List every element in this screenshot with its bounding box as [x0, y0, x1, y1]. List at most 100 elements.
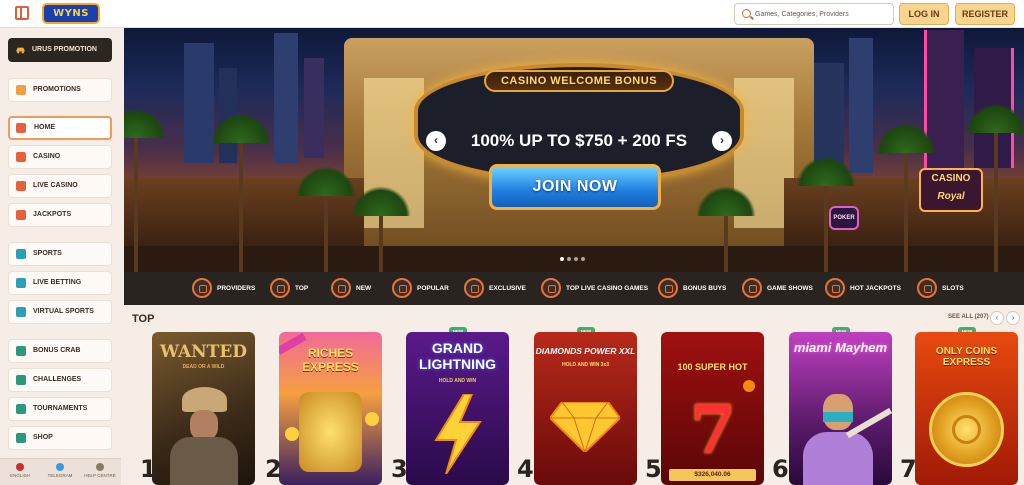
palm-leaves	[966, 103, 1024, 133]
register-button[interactable]: REGISTER	[955, 3, 1015, 25]
sidebar-item-bonus-crab[interactable]: BONUS CRAB	[8, 339, 112, 363]
sidebar: URUS PROMOTION PROMOTIONS HOME CASINO LIVE …	[0, 28, 121, 485]
game-card-100-super-hot[interactable]: 100 SUPER HOT 7 $326,040.06	[661, 332, 764, 485]
language-label: ENGLISH	[10, 473, 30, 478]
tournament-icon	[16, 404, 26, 414]
crab-icon	[16, 346, 26, 356]
skyline-tower	[304, 58, 324, 158]
game-rank: 2	[265, 455, 282, 483]
sidebar-item-tournaments[interactable]: TOURNAMENTS	[8, 397, 112, 421]
category-label: GAME SHOWS	[767, 285, 813, 292]
flag-icon	[16, 463, 24, 471]
game-subtitle: HOLD AND WIN 3x3	[561, 362, 610, 368]
sign-title: CASINO WELCOME BONUS	[484, 70, 674, 92]
category-top[interactable]: TOP	[270, 276, 308, 301]
coin	[365, 412, 379, 426]
category-slots[interactable]: SLOTS	[917, 276, 964, 301]
game-rank: 4	[517, 455, 534, 483]
see-all-link[interactable]: SEE ALL (207)	[948, 314, 989, 320]
category-exclusive[interactable]: EXCLUSIVE	[464, 276, 526, 301]
game-rank: 6	[772, 455, 789, 483]
palm-leaves	[211, 113, 271, 143]
carousel-dot[interactable]	[574, 257, 578, 261]
palm-leaves	[124, 108, 166, 138]
game-card-wanted[interactable]: WANTED DEAD OR A WILD	[152, 332, 255, 485]
sidebar-item-label: JACKPOTS	[33, 211, 72, 218]
golden-train	[299, 392, 362, 472]
sidebar-item-label: SHOP	[33, 434, 53, 441]
game-title: ONLY COINS EXPRESS	[935, 346, 998, 368]
sidebar-item-jackpots[interactable]: JACKPOTS	[8, 203, 112, 227]
category-providers[interactable]: PROVIDERS	[192, 276, 255, 301]
game-card-grand-lightning[interactable]: GRAND LIGHTNING HOLD AND WIN	[406, 332, 509, 485]
top-prev-arrow[interactable]: ‹	[990, 311, 1004, 325]
telegram-link[interactable]: TELEGRAM	[40, 462, 80, 484]
game-title: RICHES EXPRESS	[302, 346, 359, 374]
help-centre-link[interactable]: HELP CENTRE	[80, 462, 120, 484]
top-header: WYNS LOG IN REGISTER	[0, 0, 1024, 28]
sidebar-item-label: LIVE BETTING	[33, 279, 82, 286]
virtual-sports-icon	[16, 307, 26, 317]
sidebar-item-live-casino[interactable]: LIVE CASINO	[8, 174, 112, 198]
palm-tree	[239, 128, 243, 272]
palm-tree	[994, 118, 998, 272]
casino-royal-neon-sign: CASINO Royal	[919, 168, 983, 212]
category-new[interactable]: NEW	[331, 276, 371, 301]
category-top-live-casino[interactable]: TOP LIVE CASINO GAMES	[541, 276, 648, 301]
hero-banner[interactable]: CASINO Royal POKER CASINO WELCOME BONUS …	[124, 28, 1024, 272]
search-input[interactable]	[755, 6, 891, 22]
sidebar-item-label: CHALLENGES	[33, 376, 82, 383]
top-next-arrow[interactable]: ›	[1006, 311, 1020, 325]
promo-label: URUS PROMOTION	[32, 46, 97, 53]
providers-icon	[192, 278, 212, 298]
coin	[285, 427, 299, 441]
search-box[interactable]	[734, 3, 894, 25]
category-label: POPULAR	[417, 285, 449, 292]
microphone-icon	[742, 278, 762, 298]
casino-icon	[16, 152, 26, 162]
language-selector[interactable]: ENGLISH	[0, 462, 40, 484]
diamond-icon	[550, 402, 620, 452]
category-hot-jackpots[interactable]: HOT JACKPOTS	[825, 276, 901, 301]
hero-headline: 100% UP TO $750 + 200 FS	[470, 131, 688, 150]
game-card-diamonds-power[interactable]: DIAMONDS POWER XXL HOLD AND WIN 3x3	[534, 332, 637, 485]
telegram-icon	[56, 463, 64, 471]
category-label: TOP LIVE CASINO GAMES	[566, 285, 649, 292]
carousel-dot-active[interactable]	[560, 257, 564, 261]
sidebar-item-sports[interactable]: SPORTS	[8, 242, 112, 266]
game-card-miami-mayhem[interactable]: miami Mayhem	[789, 332, 892, 485]
site-logo[interactable]: WYNS	[42, 3, 100, 24]
sidebar-item-challenges[interactable]: CHALLENGES	[8, 368, 112, 392]
character-body	[803, 432, 873, 485]
join-now-button[interactable]: JOIN NOW	[489, 164, 661, 210]
sidebar-item-home[interactable]: HOME	[8, 116, 112, 140]
login-button[interactable]: LOG IN	[899, 3, 949, 25]
sports-ball-icon	[16, 249, 26, 259]
sidebar-item-live-betting[interactable]: LIVE BETTING	[8, 271, 112, 295]
sidebar-item-virtual-sports[interactable]: VIRTUAL SPORTS	[8, 300, 112, 324]
category-popular[interactable]: POPULAR	[392, 276, 449, 301]
cowboy-body	[170, 437, 238, 485]
sidebar-item-promotions[interactable]: PROMOTIONS	[8, 78, 112, 102]
crown-icon	[270, 278, 290, 298]
category-label: BONUS BUYS	[683, 285, 727, 292]
jackpot-amount: $326,040.06	[669, 469, 756, 481]
urus-promotion-button[interactable]: URUS PROMOTION	[8, 38, 112, 62]
category-game-shows[interactable]: GAME SHOWS	[742, 276, 813, 301]
carousel-dot[interactable]	[567, 257, 571, 261]
game-card-only-coins-express[interactable]: ONLY COINS EXPRESS	[915, 332, 1018, 485]
skyline-tower	[849, 38, 873, 173]
carousel-dot[interactable]	[581, 257, 585, 261]
sidebar-item-shop[interactable]: SHOP	[8, 426, 112, 450]
skyline-tower	[274, 33, 298, 163]
sidebar-item-casino[interactable]: CASINO	[8, 145, 112, 169]
neon-tower	[924, 30, 964, 180]
category-label: HOT JACKPOTS	[850, 285, 901, 292]
sidebar-toggle-icon[interactable]	[15, 6, 29, 20]
sidebar-item-label: TOURNAMENTS	[33, 405, 88, 412]
game-card-riches-express[interactable]: RICHES EXPRESS	[279, 332, 382, 485]
bonus-buy-icon	[658, 278, 678, 298]
category-bonus-buys[interactable]: BONUS BUYS	[658, 276, 726, 301]
hero-next-arrow[interactable]: ›	[712, 131, 732, 151]
palm-tree	[134, 123, 138, 272]
